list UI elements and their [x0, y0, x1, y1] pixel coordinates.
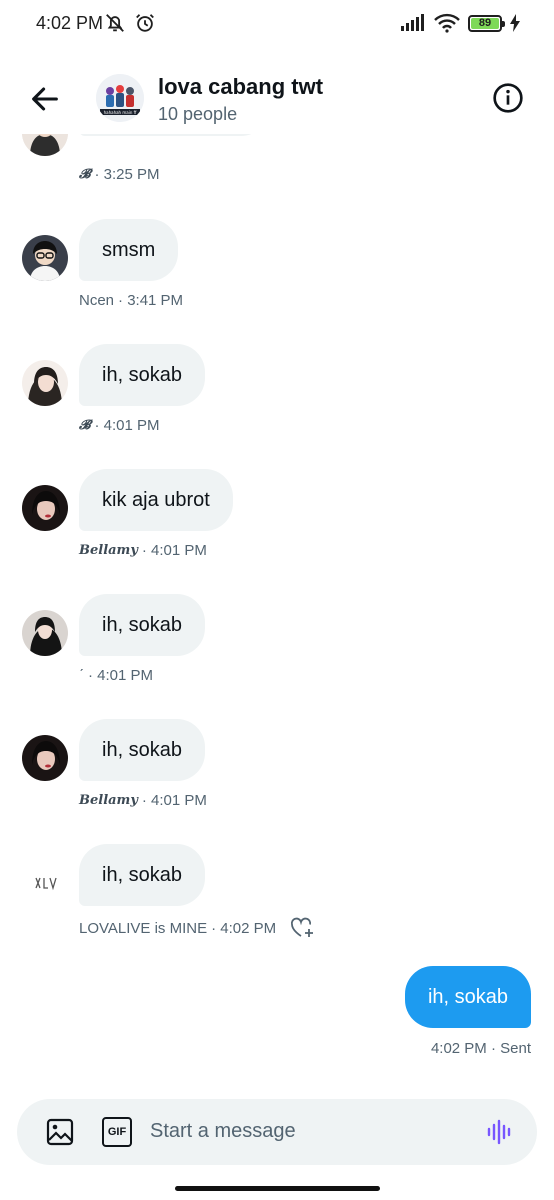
message-time: · 4:01 PM — [141, 792, 207, 809]
back-arrow-icon[interactable] — [28, 82, 62, 116]
message-time: · 4:01 PM — [88, 667, 154, 684]
sender-avatar[interactable] — [22, 235, 68, 281]
message-meta: ˊ · 4:01 PM — [79, 667, 153, 684]
message-text: smsm — [102, 239, 156, 261]
sender-avatar[interactable] — [22, 860, 68, 906]
message-text: ih, sokab — [102, 614, 183, 636]
status-time: 4:02 PM — [36, 13, 104, 33]
battery-icon: 89 — [468, 14, 505, 32]
message-meta: 𝓑 · 3:25 PM — [79, 166, 160, 183]
message-bubble[interactable]: ih, sokab — [79, 344, 206, 406]
sender-avatar[interactable] — [22, 360, 68, 406]
message-bubble[interactable]: smsm — [79, 219, 179, 281]
message-time: · 3:41 PM — [118, 292, 184, 309]
message-bubble[interactable]: kik aja ubrot — [79, 469, 233, 531]
message-meta: 𝓑 · 4:01 PM — [79, 417, 160, 434]
message-meta: Bellamy · 4:01 PM — [79, 542, 207, 559]
home-indicator[interactable] — [175, 1186, 380, 1191]
sender-name: LOVALIVE is MINE — [79, 919, 208, 937]
group-avatar-image: hahahah main ff — [96, 74, 144, 122]
message-text: ih, sokab — [427, 986, 508, 1008]
message-bubble[interactable]: ih, sokab — [79, 844, 206, 906]
message-meta: LOVALIVE is MINE · 4:02 PM — [79, 917, 316, 939]
message-composer: GIF Start a message — [17, 1099, 537, 1165]
message-text: ih, sokab — [102, 864, 183, 886]
status-left-icons — [104, 12, 156, 34]
group-avatar[interactable]: hahahah main ff — [96, 74, 144, 122]
sender-avatar[interactable] — [22, 134, 68, 156]
sender-avatar[interactable] — [22, 610, 68, 656]
message-bubble[interactable]: ih, sokab — [79, 719, 206, 781]
charging-icon — [510, 14, 520, 32]
sent-message-bubble[interactable]: ih, sokab — [404, 966, 531, 1028]
message-bubble[interactable] — [79, 134, 269, 136]
wifi-icon — [434, 13, 460, 33]
battery-level: 89 — [471, 17, 499, 29]
add-reaction-icon[interactable] — [290, 917, 316, 939]
message-time: · 4:02 PM — [211, 919, 277, 937]
message-text: kik aja ubrot — [102, 489, 210, 511]
alarm-icon — [136, 14, 154, 32]
message-meta: Bellamy · 4:01 PM — [79, 792, 207, 809]
message-bubble[interactable]: ih, sokab — [79, 594, 206, 656]
status-bar: 4:02 PM 89 — [0, 0, 554, 48]
info-icon[interactable] — [492, 82, 524, 114]
sender-name: Bellamy — [79, 543, 138, 558]
gif-icon[interactable]: GIF — [102, 1117, 132, 1147]
status-right-icons: 89 — [400, 13, 520, 33]
message-meta: Ncen · 3:41 PM — [79, 292, 183, 309]
signal-icon — [401, 14, 424, 31]
sender-name: 𝓑 — [79, 418, 91, 433]
sender-name: Ncen — [79, 292, 115, 309]
bell-muted-icon — [106, 14, 124, 32]
sender-name: Bellamy — [79, 793, 138, 808]
message-time: · 3:25 PM — [94, 166, 160, 183]
message-time: · 4:01 PM — [141, 542, 207, 559]
sender-name: ˊ — [79, 667, 84, 684]
conversation-header: hahahah main ff lova cabang twt 10 peopl… — [0, 62, 554, 134]
message-time: · 4:01 PM — [94, 417, 160, 434]
voice-message-icon[interactable] — [485, 1117, 515, 1147]
message-list[interactable]: 𝓑 · 3:25 PM smsm Ncen · 3:41 PM ih, soka… — [0, 134, 554, 1094]
sent-message-meta: 4:02 PM · Sent — [430, 1040, 531, 1057]
conversation-title[interactable]: lova cabang twt — [158, 74, 323, 100]
message-input[interactable]: Start a message — [150, 1120, 296, 1143]
participant-count[interactable]: 10 people — [158, 104, 237, 125]
svg-text:hahahah main ff: hahahah main ff — [104, 110, 137, 115]
sender-avatar[interactable] — [22, 735, 68, 781]
message-text: ih, sokab — [102, 364, 183, 386]
sender-avatar[interactable] — [22, 485, 68, 531]
sender-name: 𝓑 — [79, 167, 91, 182]
image-icon[interactable] — [45, 1117, 75, 1147]
message-text: ih, sokab — [102, 739, 183, 761]
